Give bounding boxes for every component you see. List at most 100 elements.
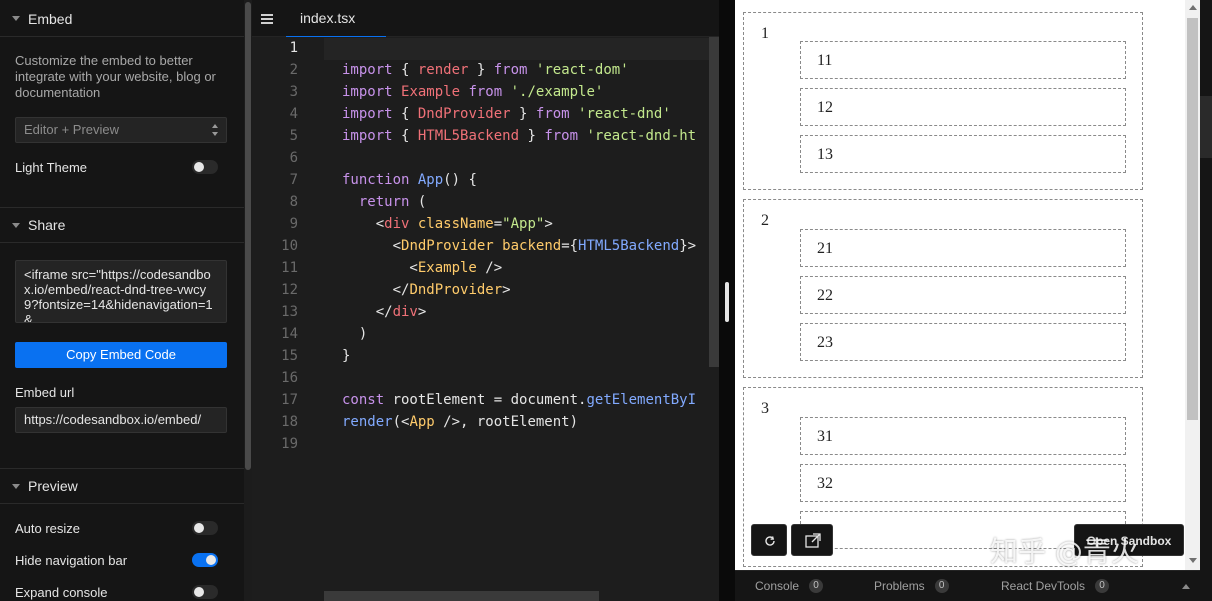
embed-description: Customize the embed to better integrate … <box>15 53 216 100</box>
code-line[interactable]: render(<App />, rootElement) <box>342 411 719 433</box>
line-number-gutter: 1 2 3 4 5 6 7 8 9 10 11 12 13 14 15 16 1… <box>252 37 324 601</box>
line-number: 8 <box>289 194 298 210</box>
expand-console-toggle[interactable] <box>192 585 218 599</box>
edge-tab[interactable] <box>1200 96 1212 158</box>
refresh-icon <box>765 536 775 546</box>
preview-scrollbar[interactable] <box>1185 0 1200 570</box>
scrollbar-thumb[interactable] <box>245 2 251 470</box>
console-tab-label: Console <box>755 579 800 593</box>
group-label: 1 <box>761 25 769 42</box>
code-line[interactable] <box>342 147 719 169</box>
pane-divider[interactable] <box>719 0 735 601</box>
line-number: 13 <box>281 304 298 320</box>
preview-pane: 1 11 12 13 2 21 22 23 3 31 32 Open Sandb… <box>735 0 1212 601</box>
embed-section-header[interactable]: Embed <box>0 1 244 37</box>
menu-icon[interactable] <box>261 14 273 24</box>
embed-url-input[interactable]: https://codesandbox.io/embed/ <box>15 407 227 433</box>
code-line[interactable]: import { HTML5Backend } from 'react-dnd-… <box>342 125 719 147</box>
code-line[interactable] <box>342 433 719 455</box>
problems-tab[interactable]: Problems 0 <box>874 579 949 593</box>
console-count-badge: 0 <box>809 579 824 593</box>
dnd-item[interactable]: 31 <box>800 417 1126 455</box>
open-new-window-button[interactable] <box>791 524 833 556</box>
group-label: 2 <box>761 212 769 229</box>
chevron-down-icon <box>12 16 20 21</box>
code-line[interactable] <box>342 367 719 389</box>
refresh-button[interactable] <box>751 524 787 556</box>
line-number: 2 <box>289 62 298 78</box>
auto-resize-label: Auto resize <box>15 521 81 536</box>
view-mode-select[interactable]: Editor + Preview <box>15 117 227 143</box>
tab-index-tsx[interactable]: index.tsx <box>286 0 386 37</box>
toggle-knob <box>194 587 204 597</box>
line-number: 15 <box>281 348 298 364</box>
share-section-header[interactable]: Share <box>0 207 244 243</box>
select-arrows-icon <box>212 124 218 136</box>
code-line[interactable]: } <box>342 345 719 367</box>
editor-horizontal-scrollbar[interactable] <box>324 591 599 601</box>
toggle-knob <box>194 523 204 533</box>
react-devtools-tab[interactable]: React DevTools 0 <box>1001 579 1110 593</box>
line-number: 11 <box>281 260 298 276</box>
copy-embed-code-button[interactable]: Copy Embed Code <box>15 342 227 368</box>
code-line[interactable]: </DndProvider> <box>342 279 719 301</box>
dnd-group[interactable]: 1 11 12 13 <box>743 12 1143 190</box>
line-number: 7 <box>289 172 298 188</box>
line-number: 1 <box>289 40 298 56</box>
dnd-item[interactable]: 12 <box>800 88 1126 126</box>
scrollbar-thumb[interactable] <box>1187 18 1198 420</box>
code-line[interactable]: return ( <box>342 191 719 213</box>
scroll-up-icon[interactable] <box>1189 5 1197 10</box>
editor-vertical-scrollbar[interactable] <box>709 37 719 367</box>
code-line[interactable] <box>342 37 719 59</box>
dnd-item[interactable]: 11 <box>800 41 1126 79</box>
line-number: 12 <box>281 282 298 298</box>
code-line[interactable]: <div className="App"> <box>342 213 719 235</box>
code-line[interactable]: <Example /> <box>342 257 719 279</box>
dnd-group[interactable]: 2 21 22 23 <box>743 199 1143 378</box>
hide-navigation-toggle[interactable] <box>192 553 218 567</box>
preview-section-title: Preview <box>28 478 78 494</box>
editor-tab-bar: index.tsx <box>252 0 719 37</box>
dnd-item[interactable]: 13 <box>800 135 1126 173</box>
right-edge-strip <box>1200 0 1212 601</box>
share-section-title: Share <box>28 217 66 233</box>
problems-tab-label: Problems <box>874 579 925 593</box>
code-content[interactable]: import { render } from 'react-dom' import… <box>342 37 719 455</box>
dnd-item[interactable]: 23 <box>800 323 1126 361</box>
console-tab[interactable]: Console 0 <box>755 579 824 593</box>
sidebar-scrollbar[interactable] <box>244 0 252 601</box>
code-line[interactable]: import Example from './example' <box>342 81 719 103</box>
light-theme-toggle[interactable] <box>192 160 218 174</box>
expand-console-label: Expand console <box>15 585 108 600</box>
code-editor: index.tsx 1 2 3 4 5 6 7 8 9 10 11 12 13 … <box>252 0 719 601</box>
dnd-item[interactable]: 32 <box>800 464 1126 502</box>
group-label: 3 <box>761 400 769 417</box>
line-number: 14 <box>281 326 298 342</box>
code-line[interactable]: import { render } from 'react-dom' <box>342 59 719 81</box>
dnd-item[interactable]: 22 <box>800 276 1126 314</box>
code-line[interactable]: </div> <box>342 301 719 323</box>
embed-section-title: Embed <box>28 10 73 27</box>
resize-handle[interactable] <box>725 282 729 322</box>
hide-navigation-label: Hide navigation bar <box>15 553 128 568</box>
external-link-icon <box>805 533 821 548</box>
code-line[interactable]: <DndProvider backend={HTML5Backend}> <box>342 235 719 257</box>
chevron-up-icon[interactable] <box>1182 584 1190 589</box>
dnd-item[interactable]: 21 <box>800 229 1126 267</box>
auto-resize-toggle[interactable] <box>192 521 218 535</box>
toggle-knob <box>206 555 216 565</box>
code-line[interactable]: const rootElement = document.getElementB… <box>342 389 719 411</box>
line-number: 10 <box>281 238 298 254</box>
code-line[interactable]: ) <box>342 323 719 345</box>
line-number: 17 <box>281 392 298 408</box>
console-bar: Console 0 Problems 0 React DevTools 0 <box>735 570 1200 601</box>
preview-section-header[interactable]: Preview <box>0 468 244 504</box>
scroll-down-icon[interactable] <box>1189 558 1197 563</box>
line-number: 5 <box>289 128 298 144</box>
problems-count-badge: 0 <box>934 579 949 593</box>
code-line[interactable]: import { DndProvider } from 'react-dnd' <box>342 103 719 125</box>
embed-code-textarea[interactable]: <iframe src="https://codesandbox.io/embe… <box>15 260 227 323</box>
line-number: 18 <box>281 414 298 430</box>
code-line[interactable]: function App() { <box>342 169 719 191</box>
